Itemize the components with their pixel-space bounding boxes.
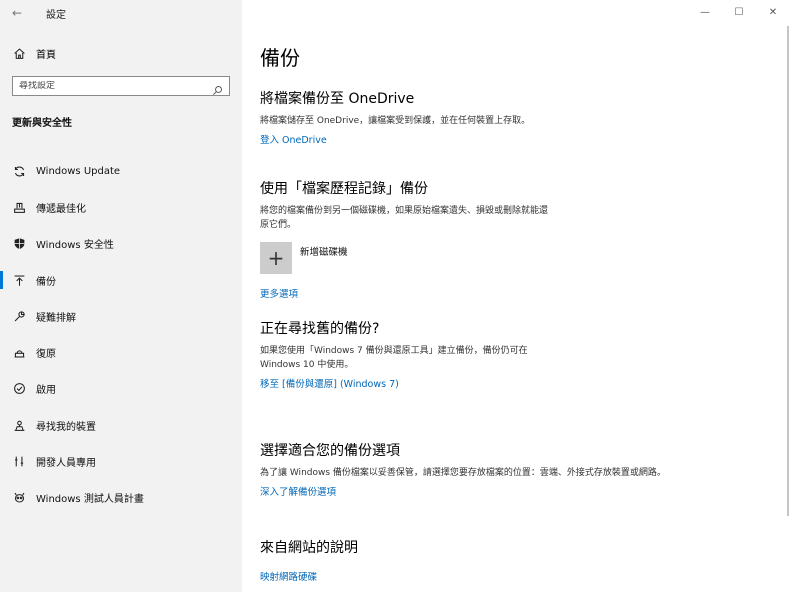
minimize-icon: —	[700, 6, 710, 18]
choose-backup-section: 選擇適合您的備份選項 為了讓 Windows 備份檔案以妥善保管，請選擇您要存放…	[260, 440, 666, 499]
learn-more-backup-link[interactable]: 深入了解備份選項	[260, 484, 336, 498]
maximize-icon: ☐	[734, 6, 744, 18]
sidebar-item-windows-insider[interactable]: Windows 測試人員計畫	[0, 480, 242, 516]
refresh-icon	[12, 164, 26, 178]
sidebar-item-label: 啟用	[36, 385, 56, 397]
sidebar-item-label: 開發人員專用	[36, 458, 96, 470]
recovery-icon	[12, 346, 26, 360]
old-backup-section: 正在尋找舊的備份? 如果您使用「Windows 7 備份與還原工具」建立備份，備…	[260, 318, 528, 391]
sidebar: ← 設定 首頁 更新與安全性 Windows Update	[0, 0, 242, 592]
sidebar-item-label: Windows 安全性	[36, 240, 114, 252]
sidebar-item-for-developers[interactable]: 開發人員專用	[0, 443, 242, 479]
sidebar-item-label: 復原	[36, 349, 56, 361]
onedrive-title: 將檔案備份至 OneDrive	[260, 91, 415, 107]
sidebar-item-activation[interactable]: 啟用	[0, 371, 242, 407]
sidebar-item-windows-security[interactable]: Windows 安全性	[0, 226, 242, 262]
sidebar-nav-list: Windows Update 傳遞最佳化 Windows 安全性 備份 疑難排解…	[0, 153, 242, 516]
back-button[interactable]: ←	[0, 0, 34, 26]
minimize-button[interactable]: —	[688, 0, 722, 24]
go-to-backup-restore-link[interactable]: 移至 [備份與還原] (Windows 7)	[260, 376, 399, 390]
close-button[interactable]: ✕	[756, 0, 790, 24]
old-backup-description: 如果您使用「Windows 7 備份與還原工具」建立備份，備份仍可在 Windo…	[260, 344, 528, 372]
web-help-title: 來自網站的說明	[260, 540, 358, 556]
scrollbar[interactable]	[787, 26, 789, 516]
file-history-description: 將您的檔案備份到另一個磁碟機，如果原始檔案遺失、損毀或刪除就能還 原它們。	[260, 204, 548, 232]
sidebar-item-windows-update[interactable]: Windows Update	[0, 153, 242, 189]
file-history-desc-line2: 原它們。	[260, 220, 297, 230]
add-drive-button[interactable]: + 新增磁碟機	[260, 242, 548, 274]
sign-in-onedrive-link[interactable]: 登入 OneDrive	[260, 132, 327, 146]
search-input[interactable]	[19, 81, 199, 91]
delivery-optimization-icon	[12, 200, 26, 214]
main-content: — ☐ ✕ 備份 將檔案備份至 OneDrive 將檔案儲存至 OneDrive…	[242, 0, 790, 592]
check-circle-icon	[12, 382, 26, 396]
sidebar-item-troubleshoot[interactable]: 疑難排解	[0, 298, 242, 334]
maximize-button[interactable]: ☐	[722, 0, 756, 24]
wrench-icon	[12, 309, 26, 323]
home-icon	[12, 46, 26, 60]
sidebar-item-recovery[interactable]: 復原	[0, 334, 242, 370]
find-device-icon	[12, 418, 26, 432]
web-help-section: 來自網站的說明 映射網路硬碟	[260, 537, 358, 584]
sidebar-item-backup[interactable]: 備份	[0, 262, 242, 298]
search-icon[interactable]	[212, 81, 223, 95]
more-options-link[interactable]: 更多選項	[260, 286, 298, 300]
shield-icon	[12, 237, 26, 251]
settings-window: ← 設定 首頁 更新與安全性 Windows Update	[0, 0, 790, 592]
add-drive-label: 新增磁碟機	[300, 247, 348, 258]
file-history-section: 使用「檔案歷程記錄」備份 將您的檔案備份到另一個磁碟機，如果原始檔案遺失、損毀或…	[260, 178, 548, 301]
plus-icon: +	[267, 246, 285, 270]
sidebar-item-label: 尋找我的裝置	[36, 421, 96, 433]
sidebar-item-label: Windows 測試人員計畫	[36, 494, 144, 506]
sidebar-item-label: 備份	[36, 276, 56, 288]
page-title: 備份	[260, 46, 300, 70]
app-title: 設定	[46, 9, 66, 21]
back-arrow-icon: ←	[11, 6, 23, 20]
sidebar-item-label: 疑難排解	[36, 312, 76, 324]
map-network-drive-link[interactable]: 映射網路硬碟	[260, 569, 317, 583]
old-backup-desc-line1: 如果您使用「Windows 7 備份與還原工具」建立備份，備份仍可在	[260, 346, 528, 356]
old-backup-desc-line2: Windows 10 中使用。	[260, 360, 354, 370]
old-backup-title: 正在尋找舊的備份?	[260, 321, 380, 337]
sidebar-item-delivery-optimization[interactable]: 傳遞最佳化	[0, 189, 242, 225]
home-nav-item[interactable]: 首頁	[0, 36, 242, 70]
close-icon: ✕	[768, 6, 778, 18]
window-controls: — ☐ ✕	[688, 0, 790, 24]
file-history-title: 使用「檔案歷程記錄」備份	[260, 181, 428, 197]
sidebar-item-label: 傳遞最佳化	[36, 203, 86, 215]
file-history-desc-line1: 將您的檔案備份到另一個磁碟機，如果原始檔案遺失、損毀或刪除就能還	[260, 206, 549, 216]
onedrive-section: 將檔案備份至 OneDrive 將檔案儲存至 OneDrive，讓檔案受到保護，…	[260, 88, 530, 147]
search-box[interactable]	[12, 76, 230, 96]
choose-backup-title: 選擇適合您的備份選項	[260, 443, 400, 459]
sidebar-section-title: 更新與安全性	[12, 118, 72, 129]
insider-icon	[12, 491, 26, 505]
backup-arrow-icon	[12, 273, 26, 287]
titlebar-left: ← 設定	[0, 0, 242, 26]
home-label: 首頁	[36, 49, 56, 61]
sidebar-item-label: Windows Update	[36, 165, 121, 177]
choose-backup-description: 為了讓 Windows 備份檔案以妥善保管，請選擇您要存放檔案的位置：雲端、外接…	[260, 468, 666, 478]
sidebar-item-find-my-device[interactable]: 尋找我的裝置	[0, 407, 242, 443]
developer-icon	[12, 455, 26, 469]
onedrive-description: 將檔案儲存至 OneDrive，讓檔案受到保護，並在任何裝置上存取。	[260, 116, 531, 126]
plus-tile: +	[260, 242, 292, 274]
